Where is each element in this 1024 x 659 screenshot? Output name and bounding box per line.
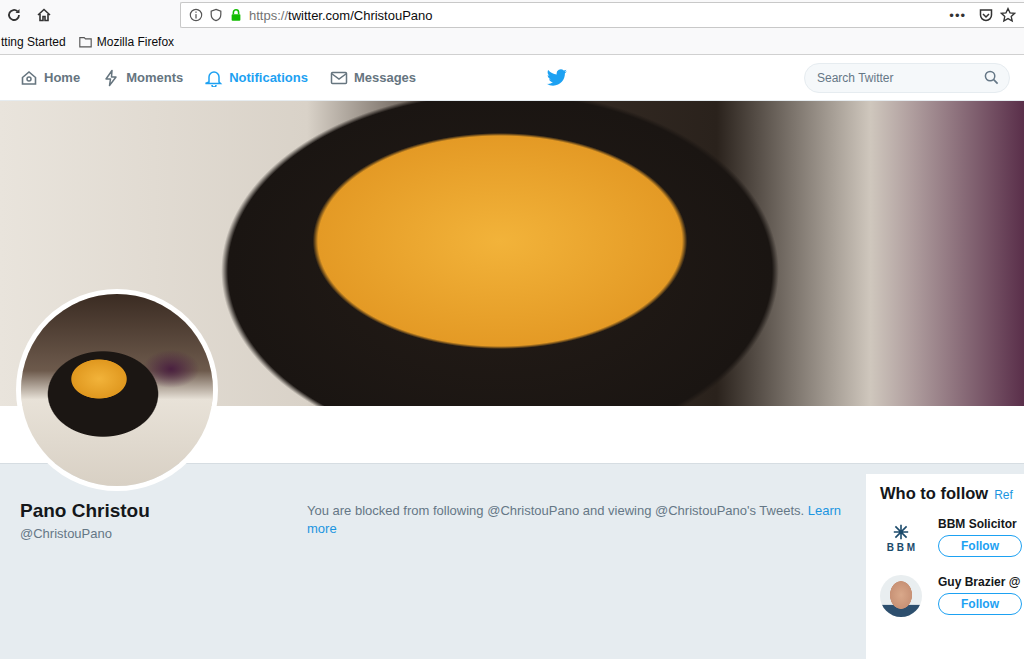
url-bar[interactable]: https://twitter.com/ChristouPano ••• <box>180 2 1024 28</box>
magnifier-icon[interactable] <box>984 70 999 85</box>
profile-avatar[interactable] <box>16 289 218 491</box>
bookmarks-bar: tting Started Mozilla Firefox <box>0 30 1024 55</box>
account-name[interactable]: Guy Brazier @ <box>938 575 1020 589</box>
profile-handle[interactable]: @ChristouPano <box>20 526 307 541</box>
star-icon[interactable] <box>1000 7 1016 23</box>
bell-icon <box>205 69 223 87</box>
page: https://twitter.com/ChristouPano ••• tting… <box>0 0 1024 659</box>
browser-toolbar: https://twitter.com/ChristouPano ••• <box>0 0 1024 30</box>
profile-name[interactable]: Pano Christou <box>20 500 307 522</box>
envelope-icon <box>330 69 348 87</box>
refresh-link[interactable]: Ref <box>994 488 1013 502</box>
shield-icon[interactable] <box>209 8 223 22</box>
search-field[interactable]: Search Twitter <box>804 63 1010 93</box>
learn-more-link[interactable]: Learn more <box>307 503 841 536</box>
nav-item[interactable]: Home <box>20 69 80 87</box>
lock-icon[interactable] <box>229 8 243 22</box>
home-icon[interactable] <box>36 7 52 23</box>
logo-mark-icon <box>892 524 910 540</box>
account-name[interactable]: BBM Solicitor <box>938 517 1020 531</box>
profile-content: Pano Christou @ChristouPanoYou are blocke… <box>0 464 1024 659</box>
who-to-follow-card: Who to follow Ref B B M BBM Solicitor Follow… <box>866 474 1024 659</box>
nav-item[interactable]: Moments <box>102 69 183 87</box>
reload-icon[interactable] <box>6 7 22 23</box>
twitter-bird-icon[interactable] <box>546 69 568 87</box>
follow-button[interactable]: Follow <box>938 535 1022 557</box>
suggested-account: Guy Brazier @ Follow <box>880 575 1020 617</box>
account-avatar[interactable]: B B M <box>880 517 922 559</box>
follow-button[interactable]: Follow <box>938 593 1022 615</box>
folder-icon <box>78 35 93 49</box>
nav-item[interactable]: Messages <box>330 69 416 87</box>
who-to-follow-title: Who to follow <box>880 484 988 503</box>
blocked-notice: You are blocked from following @Christou… <box>307 464 866 538</box>
twitter-nav: Home Moments Notifications Messages Search T… <box>0 55 1024 101</box>
account-avatar[interactable] <box>880 575 922 617</box>
page-actions-menu[interactable]: ••• <box>949 8 966 23</box>
info-icon[interactable] <box>189 8 203 22</box>
nav-item[interactable]: Notifications <box>205 69 308 87</box>
profile-header <box>0 101 1024 464</box>
suggested-account: B B M BBM Solicitor Follow <box>880 517 1020 559</box>
bookmark-item[interactable]: tting Started <box>1 35 66 49</box>
pocket-icon[interactable] <box>978 7 994 23</box>
bookmark-item[interactable]: Mozilla Firefox <box>78 35 174 49</box>
home-icon <box>20 69 38 87</box>
url-text[interactable]: https://twitter.com/ChristouPano <box>249 8 943 23</box>
lightning-icon <box>102 69 120 87</box>
